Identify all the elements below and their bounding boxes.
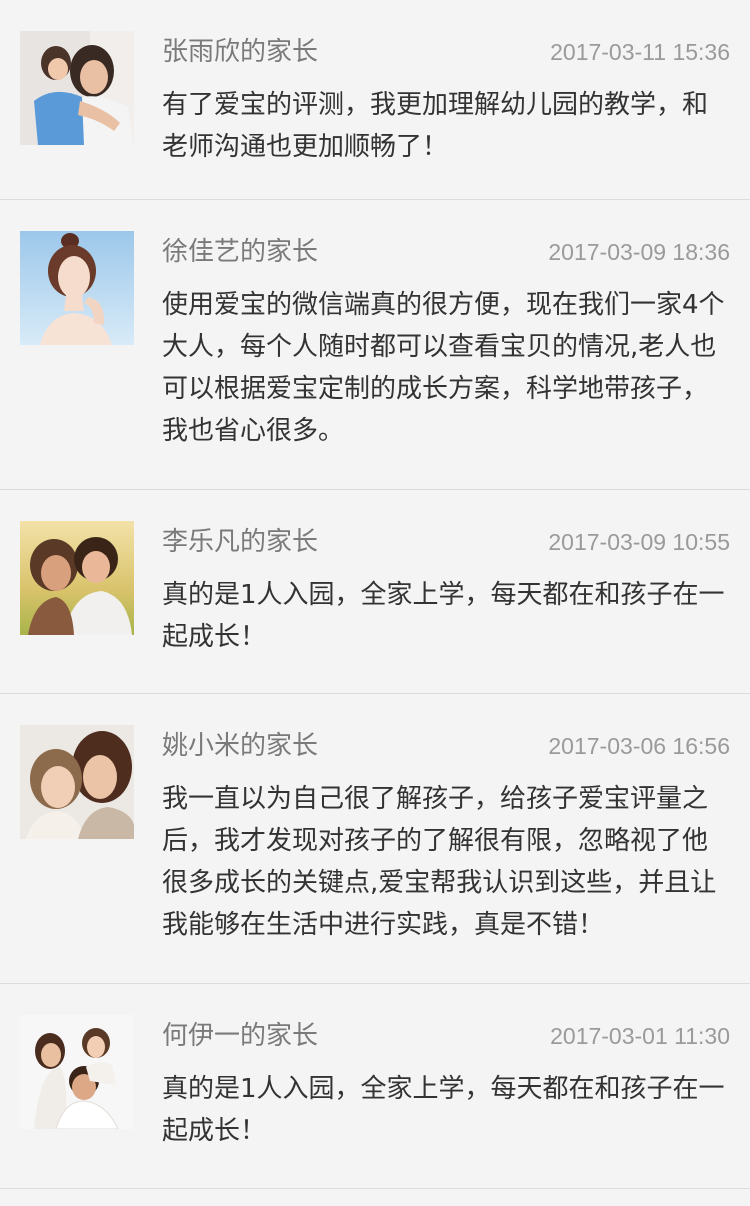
avatar-mother-daughter-smiling-icon [20,725,134,839]
comment-item: 张雨欣的家长 2017-03-11 15:36 有了爱宝的评测，我更加理解幼儿园… [0,0,750,200]
comment-item: 姚小米的家长 2017-03-06 16:56 我一直以为自己很了解孩子，给孩子… [0,694,750,984]
comment-list: 张雨欣的家长 2017-03-11 15:36 有了爱宝的评测，我更加理解幼儿园… [0,0,750,1189]
comment-text: 有了爱宝的评测，我更加理解幼儿园的教学，和老师沟通也更加顺畅了！ [162,90,709,162]
parent-name: 姚小米的家长 [162,731,319,761]
comment-item: 何伊一的家长 2017-03-01 11:30 真的是1人入园，全家上学，每天都… [0,984,750,1189]
parent-name: 徐佳艺的家长 [162,237,319,267]
comment-text: 使用爱宝的微信端真的很方便，现在我们一家4个大人，每个人随时都可以查看宝贝的情况… [162,290,725,446]
comment-time: 2017-03-09 10:55 [548,529,730,555]
comment-text: 真的是1人入园，全家上学，每天都在和孩子在一起成长！ [162,1074,725,1146]
avatar-mother-hugging-child-icon [20,31,134,145]
comment-time: 2017-03-11 15:36 [550,39,730,65]
avatar-family-of-three-icon [20,1015,134,1129]
comment-item: 李乐凡的家长 2017-03-09 10:55 真的是1人入园，全家上学，每天都… [0,490,750,694]
parent-name: 何伊一的家长 [162,1021,319,1051]
parent-name: 张雨欣的家长 [162,37,319,67]
comment-item: 徐佳艺的家长 2017-03-09 18:36 使用爱宝的微信端真的很方便，现在… [0,200,750,490]
comment-time: 2017-03-01 11:30 [550,1023,730,1049]
comment-text: 真的是1人入园，全家上学，每天都在和孩子在一起成长！ [162,580,725,652]
avatar-mother-daughter-outdoor-icon [20,521,134,635]
parent-name: 李乐凡的家长 [162,527,319,557]
comment-text: 我一直以为自己很了解孩子，给孩子爱宝评量之后，我才发现对孩子的了解很有限，忽略视… [162,784,717,940]
comment-time: 2017-03-09 18:36 [548,239,730,265]
comment-time: 2017-03-06 16:56 [548,733,730,759]
avatar-woman-portrait-icon [20,231,134,345]
